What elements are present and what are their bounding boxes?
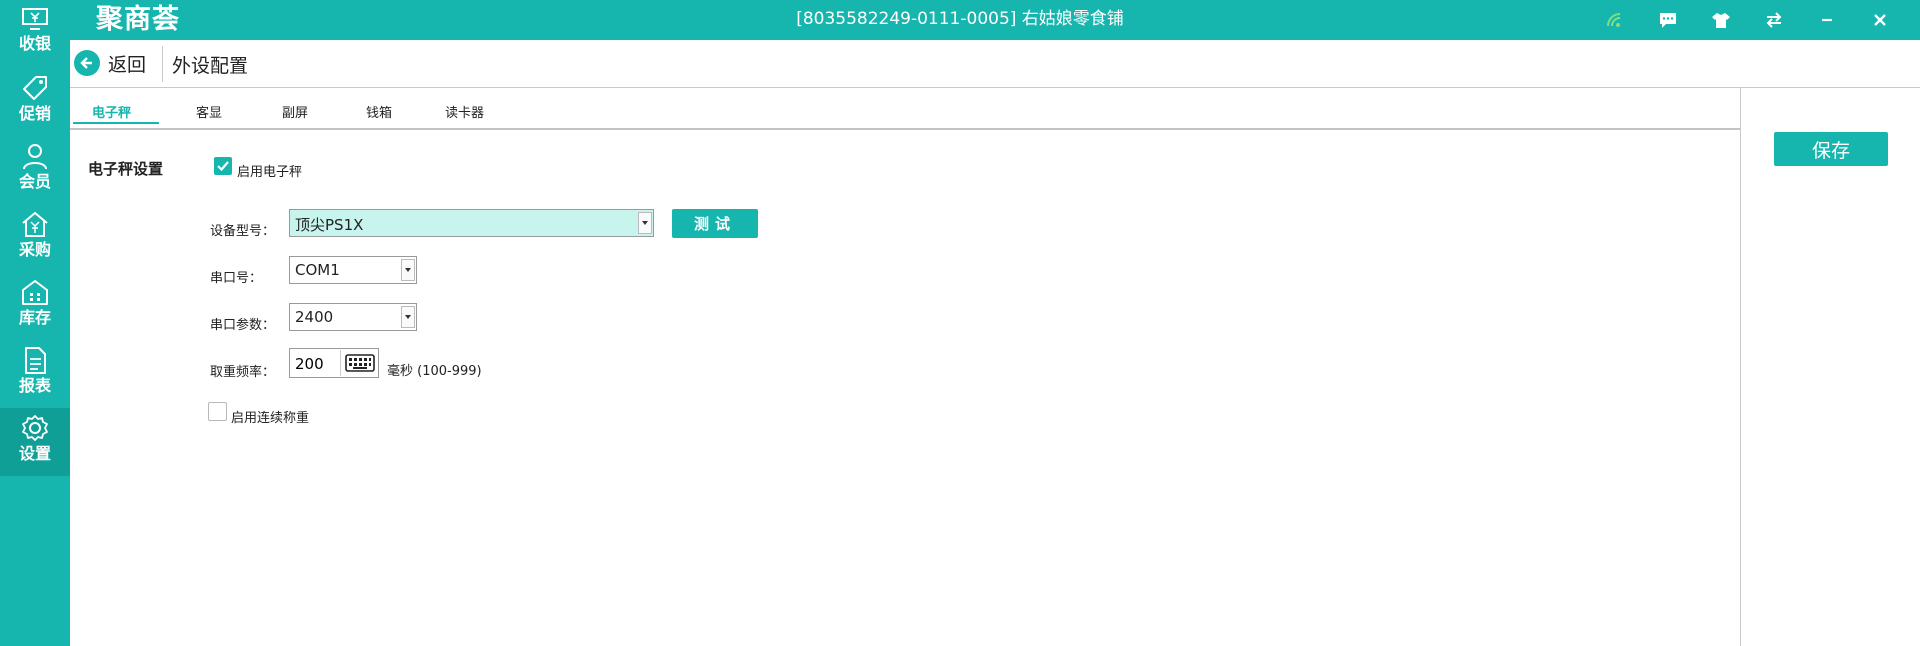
page-title: 外设配置 <box>172 55 249 77</box>
sidebar-item-report[interactable]: 报表 <box>0 340 70 408</box>
port-label: 串口号： <box>210 271 263 286</box>
wifi-icon[interactable] <box>1588 0 1641 40</box>
main-panel: 电子秤 客显 副屏 钱箱 读卡器 电子秤设置 启用电子秤 设备型号： 顶尖PS1… <box>70 88 1741 646</box>
check-icon <box>217 161 229 172</box>
active-tab-indicator <box>73 122 159 124</box>
continuous-weigh-checkbox[interactable] <box>208 402 227 421</box>
port-value: COM1 <box>295 261 340 279</box>
freq-field <box>289 348 379 379</box>
sidebar-label: 促销 <box>18 104 51 123</box>
sidebar-item-promotion[interactable]: 促销 <box>0 68 70 136</box>
chevron-down-icon[interactable] <box>401 306 415 328</box>
enable-scale-checkbox[interactable] <box>214 157 232 175</box>
user-icon <box>23 144 47 170</box>
param-value: 2400 <box>295 308 334 326</box>
title-bar-icons <box>1588 0 1906 40</box>
report-icon <box>25 347 46 374</box>
freq-label: 取重频率： <box>210 365 276 380</box>
minimize-icon[interactable] <box>1800 0 1853 40</box>
tab-scale[interactable]: 电子秤 <box>92 102 131 121</box>
sidebar-label: 报表 <box>18 376 51 395</box>
gear-icon <box>22 415 48 441</box>
warehouse-icon <box>22 280 48 305</box>
test-button[interactable]: 测试 <box>672 209 758 238</box>
purchase-icon <box>22 211 48 237</box>
port-select[interactable]: COM1 <box>289 256 417 284</box>
continuous-weigh-label: 启用连续称重 <box>231 411 310 426</box>
tag-icon <box>23 76 47 100</box>
keyboard-icon[interactable] <box>340 350 378 376</box>
header-divider <box>162 46 163 82</box>
title-bar: 聚商荟 [8035582249-0111-0005] 右姑娘零食铺 <box>70 0 1920 40</box>
sidebar-label: 设置 <box>18 444 51 463</box>
back-arrow-icon <box>74 50 100 76</box>
tab-cash-drawer[interactable]: 钱箱 <box>366 102 392 121</box>
save-button[interactable]: 保存 <box>1774 132 1888 166</box>
chevron-down-icon[interactable] <box>638 212 652 234</box>
sidebar-item-member[interactable]: 会员 <box>0 136 70 204</box>
param-label: 串口参数： <box>210 318 276 333</box>
section-title: 电子秤设置 <box>88 160 164 178</box>
chevron-down-icon[interactable] <box>401 259 415 281</box>
sidebar-label: 采购 <box>18 240 51 259</box>
param-select[interactable]: 2400 <box>289 303 417 331</box>
message-icon[interactable] <box>1641 0 1694 40</box>
tab-customer-display[interactable]: 客显 <box>196 102 222 121</box>
tab-card-reader[interactable]: 读卡器 <box>445 102 484 121</box>
switch-icon[interactable] <box>1747 0 1800 40</box>
freq-unit: 毫秒 (100-999) <box>387 364 482 379</box>
model-select[interactable]: 顶尖PS1X <box>289 209 654 237</box>
model-label: 设备型号： <box>210 224 276 239</box>
sidebar-label: 会员 <box>18 172 51 191</box>
sidebar-item-purchase[interactable]: 采购 <box>0 204 70 272</box>
close-icon[interactable] <box>1853 0 1906 40</box>
tab-bar: 电子秤 客显 副屏 钱箱 读卡器 <box>70 88 1740 130</box>
freq-input[interactable] <box>290 349 345 379</box>
shirt-icon[interactable] <box>1694 0 1747 40</box>
back-label: 返回 <box>108 53 147 76</box>
sidebar-label: 库存 <box>18 308 51 327</box>
sidebar: 收银 促销 会员 采购 库存 报表 设置 <box>0 0 70 646</box>
sidebar-label: 收银 <box>18 34 51 53</box>
enable-scale-label: 启用电子秤 <box>237 165 303 180</box>
page-header: 返回 外设配置 <box>70 40 1920 88</box>
model-value: 顶尖PS1X <box>295 216 364 234</box>
back-button[interactable]: 返回 <box>74 47 146 79</box>
sidebar-item-inventory[interactable]: 库存 <box>0 272 70 340</box>
tab-secondary-screen[interactable]: 副屏 <box>282 102 308 121</box>
sidebar-item-settings[interactable]: 设置 <box>0 408 70 476</box>
